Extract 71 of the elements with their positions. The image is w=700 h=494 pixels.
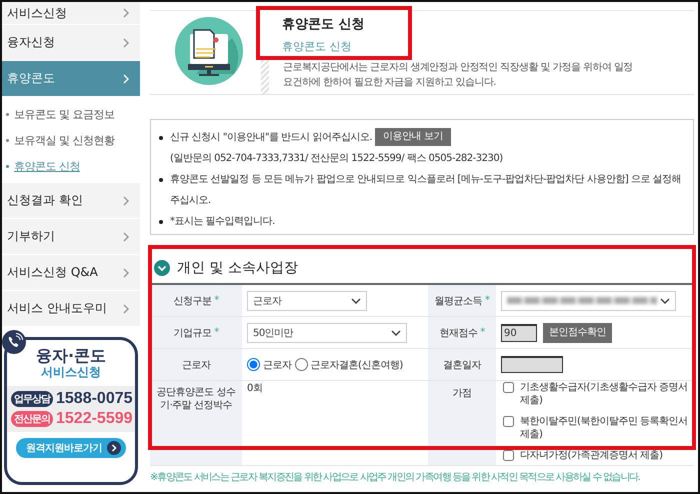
caret-icon [391, 328, 401, 336]
bullet-icon [159, 136, 163, 140]
field-label: 근로자 [182, 358, 210, 372]
field-label: 월평균소득 [434, 294, 482, 308]
chevron-icon [122, 8, 130, 18]
chevron-icon [122, 38, 130, 48]
checkbox-label: 기초생활수급자(기초생활수급자 증명서 제출) [520, 381, 689, 407]
required-mark: * [480, 327, 485, 338]
checkbox-label: 다자녀가정(가족관계증명서 제출) [520, 449, 662, 462]
notice-text: 신규 신청시 "이용안내"를 반드시 읽어주십시오. [170, 132, 372, 143]
submenu-item[interactable]: 보유콘도 및 요금정보 [2, 101, 140, 127]
radio-label: 근로자 [263, 358, 292, 372]
contact-label: 업무상담 [11, 391, 53, 407]
dropdown[interactable]: 50인미만 [247, 322, 407, 342]
notice-text: 휴양콘도 선발일정 등 모든 메뉴가 팝업으로 안내되므로 익스플로러 [메뉴-도구-팝업차단-팝업차단 사용안함] 으로 설정해 주십시오. [170, 174, 682, 206]
chevron-icon [122, 268, 130, 278]
radio-label: 근로자결혼(신혼여행) [310, 358, 403, 372]
field-label: 공단휴양콘도 성수기·주말 선정박수 [156, 386, 236, 412]
contact-note: (일반문의 052-704-7333,7331/ 전산문의 1522-5599/ 팩스 0505-282-3230) [170, 152, 503, 166]
field-label: 결혼일자 [443, 358, 481, 372]
sidebar-item[interactable]: 융자신청 [2, 25, 140, 61]
submenu-item[interactable]: 휴양콘도 신청 [2, 153, 140, 179]
chevron-icon [122, 196, 130, 206]
bullet-icon [159, 178, 163, 182]
submenu-item[interactable]: 보유객실 및 신청현황 [2, 127, 140, 153]
notice-text: *표시는 필수입력입니다. [170, 216, 275, 227]
document-monitor-icon [174, 16, 244, 86]
chevron-icon [122, 232, 130, 242]
score-check-button[interactable]: 본인점수확인 [543, 322, 612, 342]
checkbox[interactable] [503, 416, 514, 427]
required-mark: * [214, 295, 219, 306]
checkbox-label: 북한이탈주민(북한이탈주민 등록확인서 제출) [520, 415, 689, 441]
banner-title: 융자·콘도 [36, 346, 106, 365]
field-label: 현재점수 [439, 326, 478, 340]
score-field[interactable]: 90 [501, 324, 537, 342]
checkbox[interactable] [503, 382, 514, 393]
bullet-icon [6, 138, 9, 142]
phone-number: 1588-0075 [56, 390, 133, 408]
contact-label: 전산문의 [11, 411, 53, 427]
page-description: 근로복지공단에서는 근로자의 생계안정과 안정적인 직장생활 및 가정을 위하여 일정요건하에 한하여 필요한 자금을 지원하고 있습니다. [282, 61, 633, 90]
required-mark: * [485, 295, 490, 306]
field-label: 가점 [452, 387, 472, 400]
bullet-icon [6, 112, 9, 116]
sidebar-item[interactable]: 서비스신청 [2, 2, 140, 25]
breadcrumb: 휴양콘도 신청 [282, 39, 352, 54]
phone-number: 1522-5599 [56, 410, 133, 428]
sidebar-item[interactable]: 신청결과 확인 [2, 183, 140, 219]
sidebar-item[interactable]: 서비스 안내도우미 [2, 291, 140, 327]
bullet-icon [6, 164, 9, 168]
section-title: 개인 및 소속사업장 [177, 259, 298, 277]
sidebar-item[interactable]: 기부하기 [2, 219, 140, 255]
guide-button[interactable]: 이용안내 보기 [375, 128, 451, 146]
sidebar-item[interactable]: 휴양콘도 [2, 61, 140, 97]
footnote: ※휴양콘도 서비스는 근로자 복지증진을 위한 사업으로 사업주 개인의 가족여행 등을 위한 사적인 목적으로 사용하실 수 없습니다. [150, 471, 641, 484]
chevron-icon [122, 304, 130, 314]
collapse-icon[interactable] [154, 260, 170, 276]
dropdown[interactable]: 근로자 [247, 290, 367, 310]
caret-icon [660, 296, 670, 304]
bullet-icon [159, 220, 163, 224]
checkbox[interactable] [503, 450, 514, 461]
chevron-icon [122, 74, 130, 84]
radio-button[interactable] [247, 358, 260, 371]
page-title: 휴양콘도 신청 [282, 16, 366, 33]
field-value: 0회 [247, 382, 262, 395]
banner-subtitle: 서비스신청 [41, 365, 101, 380]
sidebar-item[interactable]: 서비스신청 Q&A [2, 255, 140, 291]
field-label: 기업규모 [173, 326, 212, 340]
field-label: 신청구분 [173, 294, 212, 308]
caret-icon [351, 296, 361, 304]
required-mark: * [214, 327, 219, 338]
radio-button[interactable] [294, 358, 308, 371]
